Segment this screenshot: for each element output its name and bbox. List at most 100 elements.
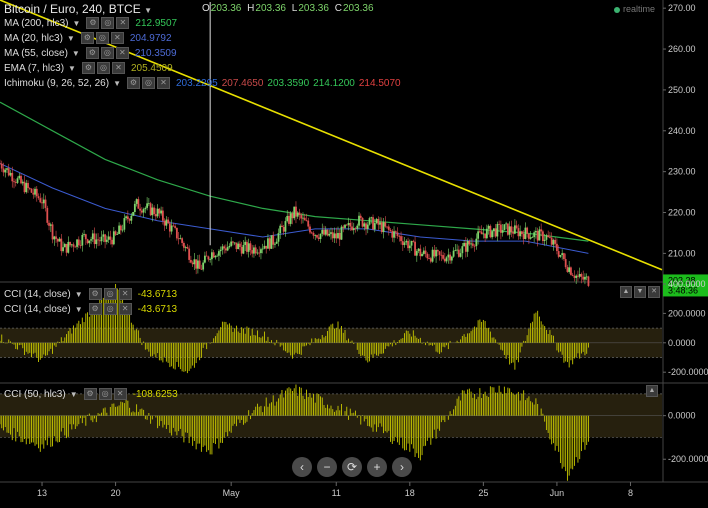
candle-body: [140, 210, 143, 213]
candle-body: [317, 237, 320, 239]
close-icon[interactable]: ✕: [118, 288, 132, 300]
legend-row-ichimoku[interactable]: Ichimoku (9, 26, 52, 26) ▼ ⚙ ◎ ✕ 203.2295 2…: [4, 76, 401, 90]
settings-icon[interactable]: ⚙: [81, 62, 95, 74]
candle-body: [415, 251, 418, 256]
legend-row-ma55[interactable]: MA (55, close) ▼ ⚙ ◎ ✕ 210.3509: [4, 46, 177, 60]
caret-down-icon[interactable]: ▼: [113, 79, 121, 88]
settings-icon[interactable]: ⚙: [85, 47, 99, 59]
candle-body: [563, 253, 565, 260]
move-down-icon[interactable]: ▼: [634, 286, 646, 298]
close-icon[interactable]: ✕: [115, 47, 129, 59]
reset-button[interactable]: ⟳: [342, 457, 362, 477]
scroll-left-button[interactable]: ‹: [292, 457, 312, 477]
candle-body: [126, 216, 129, 220]
settings-icon[interactable]: ⚙: [88, 288, 102, 300]
candle-body: [466, 240, 469, 252]
legend-row-cci14-b[interactable]: CCI (14, close) ▼ ⚙ ◎ ✕ -43.6713: [4, 302, 177, 316]
close-icon[interactable]: ✕: [156, 77, 170, 89]
candle-body: [153, 207, 156, 215]
price-tick-label: 250.00: [668, 85, 696, 95]
candle-body: [91, 233, 94, 240]
candle-body: [102, 234, 105, 237]
caret-down-icon[interactable]: ▼: [75, 305, 83, 314]
format-icon[interactable]: ◎: [96, 62, 110, 74]
candle-body: [69, 241, 71, 246]
cci-tick-label: 400.0000: [668, 279, 706, 289]
settings-icon[interactable]: ⚙: [126, 77, 140, 89]
candle-body: [422, 250, 425, 254]
legend-row-cci14-a[interactable]: CCI (14, close) ▼ ⚙ ◎ ✕ -43.6713: [4, 287, 177, 301]
settings-icon[interactable]: ⚙: [86, 17, 100, 29]
legend-row-ema7[interactable]: EMA (7, hlc3) ▼ ⚙ ◎ ✕ 205.4509: [4, 61, 173, 75]
candle-body: [312, 232, 315, 236]
close-icon[interactable]: ✕: [110, 32, 124, 44]
format-icon[interactable]: ◎: [103, 288, 117, 300]
candle-body: [175, 227, 178, 239]
candle-body: [46, 207, 49, 223]
candle-body: [580, 274, 583, 277]
candle-body: [86, 239, 89, 244]
close-icon[interactable]: ✕: [113, 388, 127, 400]
candle-body: [118, 225, 120, 234]
caret-down-icon[interactable]: ▼: [72, 49, 80, 58]
x-tick-label: 18: [405, 488, 415, 498]
candle-body: [186, 247, 189, 249]
move-up-icon[interactable]: ▲: [646, 385, 658, 397]
legend-row-cci50[interactable]: CCI (50, hlc3) ▼ ⚙ ◎ ✕ -108.6253: [4, 387, 178, 401]
candle-body: [272, 235, 275, 245]
candle-body: [578, 274, 581, 277]
candle-body: [345, 224, 348, 226]
caret-down-icon[interactable]: ▼: [75, 290, 83, 299]
format-icon[interactable]: ◎: [100, 47, 114, 59]
format-icon[interactable]: ◎: [95, 32, 109, 44]
settings-icon[interactable]: ⚙: [83, 388, 97, 400]
candle-body: [97, 239, 99, 241]
candle-body: [533, 232, 536, 237]
candle-body: [489, 225, 492, 238]
candle-body: [202, 262, 205, 270]
zoom-in-button[interactable]: +: [367, 457, 387, 477]
candle-body: [18, 175, 21, 179]
candle-body: [167, 219, 170, 224]
candle-body: [480, 231, 483, 235]
symbol-menu-caret-icon[interactable]: ▼: [144, 6, 152, 15]
format-icon[interactable]: ◎: [101, 17, 115, 29]
caret-down-icon[interactable]: ▼: [68, 64, 76, 73]
candle-body: [163, 220, 166, 226]
candle-body: [443, 258, 446, 262]
settings-icon[interactable]: ⚙: [88, 303, 102, 315]
format-icon[interactable]: ◎: [98, 388, 112, 400]
candle-body: [508, 226, 511, 235]
format-icon[interactable]: ◎: [141, 77, 155, 89]
candle-body: [538, 229, 541, 241]
caret-down-icon[interactable]: ▼: [67, 34, 75, 43]
candle-body: [4, 169, 7, 173]
close-icon[interactable]: ✕: [116, 17, 130, 29]
format-icon[interactable]: ◎: [103, 303, 117, 315]
legend-row-ma20[interactable]: MA (20, hlc3) ▼ ⚙ ◎ ✕ 204.9792: [4, 31, 172, 45]
candle-body: [398, 235, 401, 237]
close-icon[interactable]: ✕: [111, 62, 125, 74]
candle-body: [535, 230, 537, 233]
candle-body: [90, 239, 92, 241]
candle-body: [377, 218, 380, 225]
legend-value: 214.5070: [358, 77, 401, 89]
zoom-out-button[interactable]: −: [317, 457, 337, 477]
close-pane-icon[interactable]: ✕: [648, 286, 660, 298]
scroll-right-button[interactable]: ›: [392, 457, 412, 477]
x-tick-label: 11: [332, 488, 341, 498]
legend-name: EMA (7, hlc3): [4, 62, 65, 74]
legend-row-ma200[interactable]: MA (200, hlc3) ▼ ⚙ ◎ ✕ 212.9507: [4, 16, 177, 30]
close-icon[interactable]: ✕: [118, 303, 132, 315]
caret-down-icon[interactable]: ▼: [72, 19, 80, 28]
candle-body: [216, 255, 219, 257]
caret-down-icon[interactable]: ▼: [70, 390, 78, 399]
settings-icon[interactable]: ⚙: [80, 32, 94, 44]
candle-body: [473, 245, 476, 247]
x-tick-label: 8: [628, 488, 633, 498]
move-up-icon[interactable]: ▲: [620, 286, 632, 298]
candle-body: [144, 207, 147, 210]
candle-body: [83, 234, 85, 236]
candle-body: [42, 199, 45, 204]
candle-body: [275, 241, 278, 244]
